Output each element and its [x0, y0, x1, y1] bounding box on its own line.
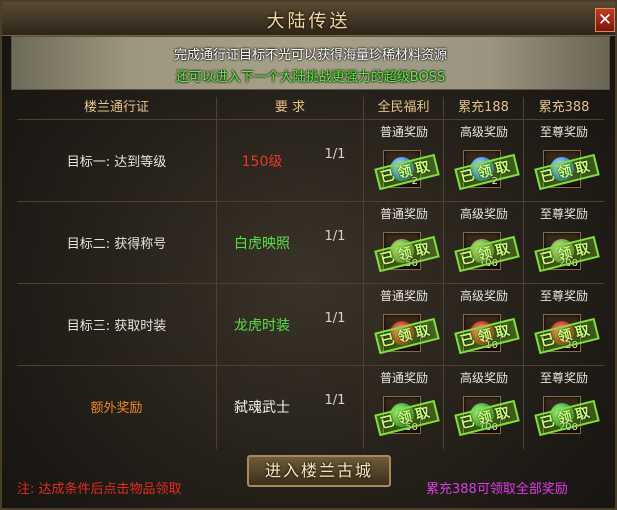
window-title: 大陆传送: [266, 11, 351, 32]
banner-line-1: 完成通行证目标不光可以获得海量珍稀材料资源: [173, 48, 447, 63]
row-progress: 1/1: [324, 147, 346, 162]
header-tier-388: 累充388: [538, 100, 590, 115]
tier-label-supreme: 至尊奖励: [539, 207, 588, 221]
banner-line-2: 还可以进入下一个大陆挑战更强力的超级BOSS: [175, 70, 446, 85]
tier-label-advanced: 高级奖励: [459, 207, 508, 221]
reward-slot[interactable]: 200 已领取: [534, 396, 600, 437]
vip-note: 累充388可领取全部奖励: [426, 482, 568, 497]
row-progress: 1/1: [324, 393, 346, 408]
row-label: 目标二: 获得称号: [66, 237, 167, 252]
reward-slot[interactable]: 100 已领取: [454, 396, 520, 437]
reward-slot[interactable]: 已领取: [534, 150, 600, 191]
tier-label-supreme: 至尊奖励: [539, 371, 588, 385]
row-progress: 1/1: [324, 311, 346, 326]
header-tier-188: 累充188: [458, 100, 509, 115]
tier-label-advanced: 高级奖励: [459, 289, 508, 303]
info-banner: 完成通行证目标不光可以获得海量珍稀材料资源 还可以进入下一个大陆挑战更强力的超级…: [11, 36, 610, 90]
reward-slot[interactable]: 2 已领取: [374, 150, 440, 191]
row-progress: 1/1: [324, 229, 346, 244]
teleport-window: 大陆传送 ✕ 完成通行证目标不光可以获得海量珍稀材料资源 还可以进入下一个大陆挑…: [0, 0, 617, 510]
header-requirement: 要 求: [274, 100, 306, 115]
close-button[interactable]: ✕: [595, 8, 615, 32]
tier-label-normal: 普通奖励: [379, 371, 428, 385]
reward-slot[interactable]: 200 已领取: [534, 232, 600, 273]
tier-label-advanced: 高级奖励: [459, 371, 508, 385]
header-pass: 楼兰通行证: [83, 100, 149, 115]
tier-label-normal: 普通奖励: [379, 289, 428, 303]
header-tier-free: 全民福利: [377, 100, 430, 115]
row-requirement: 白虎映照: [234, 236, 290, 252]
tier-label-supreme: 至尊奖励: [539, 125, 588, 139]
title-bar: 大陆传送: [2, 2, 615, 36]
pass-table: 楼兰通行证 要 求 全民福利 累充188 累充388 目标一: 达到等级 150级…: [17, 97, 604, 449]
reward-slot[interactable]: 10 已领取: [454, 314, 520, 355]
tier-label-advanced: 高级奖励: [459, 125, 508, 139]
reward-slot[interactable]: 2 已领取: [454, 150, 520, 191]
reward-slot[interactable]: 100 已领取: [454, 232, 520, 273]
tier-label-normal: 普通奖励: [379, 207, 428, 221]
claim-note: 注: 达成条件后点击物品领取: [17, 482, 182, 497]
tier-label-supreme: 至尊奖励: [539, 289, 588, 303]
tier-label-normal: 普通奖励: [379, 125, 428, 139]
enter-loulan-button[interactable]: 进入楼兰古城: [247, 455, 391, 487]
reward-slot[interactable]: 50 已领取: [374, 396, 440, 437]
row-label: 额外奖励: [90, 401, 143, 416]
reward-slot[interactable]: 已领取: [374, 314, 440, 355]
row-requirement: 弑魂武士: [234, 400, 290, 416]
row-label: 目标一: 达到等级: [66, 155, 167, 170]
reward-slot[interactable]: 50 已领取: [374, 232, 440, 273]
reward-slot[interactable]: 20 已领取: [534, 314, 600, 355]
row-requirement: 龙虎时装: [234, 318, 290, 334]
row-label: 目标三: 获取时装: [66, 319, 167, 334]
row-requirement: 150级: [241, 154, 283, 170]
